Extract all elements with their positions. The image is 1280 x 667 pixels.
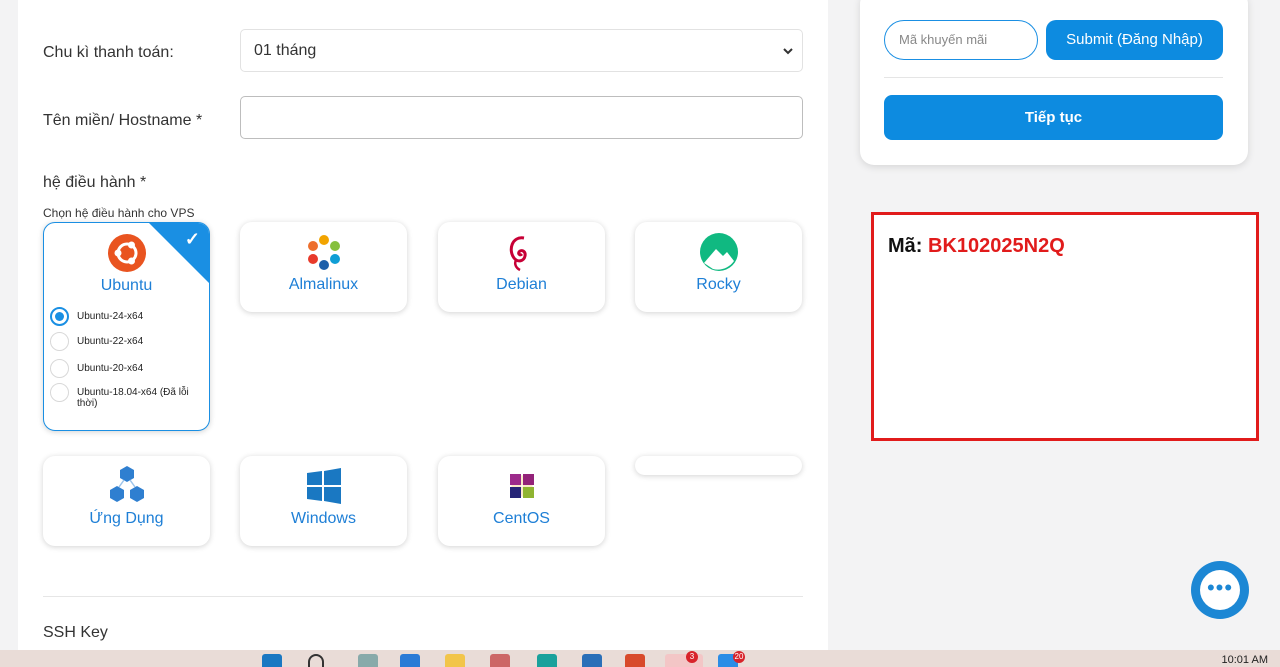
code-line: Mã: BK102025N2Q <box>888 235 1065 258</box>
version-label: Ubuntu-22-x64 <box>77 336 144 347</box>
radio-unchecked[interactable] <box>50 332 69 351</box>
os-name: Ubuntu <box>100 277 153 294</box>
chat-bubble-icon: ••• <box>1200 570 1240 610</box>
edge-browser-icon[interactable] <box>537 654 557 667</box>
os-name: Windows <box>291 510 356 527</box>
search-icon[interactable] <box>308 654 324 667</box>
billing-cycle-label: Chu kì thanh toán: <box>43 44 174 61</box>
os-name: Ứng Dụng <box>89 510 164 527</box>
apps-cubes-icon <box>109 466 144 502</box>
notification-badge: 3 <box>686 651 698 663</box>
version-label: Ubuntu-20-x64 <box>77 363 144 374</box>
os-name: Rocky <box>696 276 741 293</box>
ssh-key-label: SSH Key <box>43 624 108 641</box>
os-hint: Chọn hệ điều hành cho VPS <box>43 206 195 220</box>
debian-logo-icon <box>509 236 527 272</box>
card-divider <box>884 77 1223 78</box>
chrome-icon[interactable] <box>625 654 645 667</box>
radio-unchecked[interactable] <box>50 383 69 402</box>
ubuntu-logo-icon <box>107 234 146 272</box>
task-view-icon[interactable] <box>358 654 378 667</box>
app-icon[interactable] <box>490 654 510 667</box>
os-card-almalinux[interactable]: Almalinux <box>240 222 407 312</box>
centos-logo-icon <box>503 468 540 504</box>
notification-badge: 20 <box>733 651 745 663</box>
rocky-logo-icon <box>699 233 738 271</box>
os-section-label: hệ điều hành * <box>43 174 147 191</box>
promo-code-highlight-box: Mã: BK102025N2Q <box>871 212 1259 441</box>
start-icon[interactable] <box>262 654 282 667</box>
version-option[interactable]: Ubuntu-22-x64 <box>50 332 143 351</box>
os-name: CentOS <box>493 510 550 527</box>
store-icon[interactable] <box>582 654 602 667</box>
selected-corner <box>148 223 209 284</box>
version-label: Ubuntu-18.04-x64 (Đã lỗi thời) <box>77 387 189 409</box>
os-taskbar: 3 20 10:01 AM <box>0 650 1280 667</box>
os-card-empty[interactable] <box>635 456 802 475</box>
os-card-debian[interactable]: Debian <box>438 222 605 312</box>
section-divider <box>43 596 803 597</box>
os-card-centos[interactable]: CentOS <box>438 456 605 546</box>
order-summary-card: Mã khuyến mãi Submit (Đăng Nhập) Tiếp tụ… <box>860 0 1248 165</box>
os-card-rocky[interactable]: Rocky <box>635 222 802 312</box>
code-label: Mã: <box>888 235 923 257</box>
taskbar-clock: 10:01 AM <box>1221 654 1268 666</box>
version-label: Ubuntu-24-x64 <box>77 311 144 322</box>
os-name: Almalinux <box>288 276 359 293</box>
billing-cycle-value: 01 tháng <box>254 42 317 59</box>
hostname-label: Tên miền/ Hostname * <box>43 112 203 129</box>
radio-checked[interactable] <box>50 307 69 326</box>
code-value: BK102025N2Q <box>928 235 1065 257</box>
windows-logo-icon <box>306 468 341 504</box>
version-option[interactable]: Ubuntu-20-x64 <box>50 359 143 378</box>
chat-widget-button[interactable]: ••• <box>1191 561 1249 619</box>
version-option[interactable]: Ubuntu-24-x64 <box>50 307 143 326</box>
os-card-apps[interactable]: Ứng Dụng <box>43 456 210 546</box>
app-icon[interactable] <box>400 654 420 667</box>
chevron-down-icon <box>783 48 793 55</box>
promo-code-input[interactable]: Mã khuyến mãi <box>884 20 1038 60</box>
continue-button[interactable]: Tiếp tục <box>884 95 1223 140</box>
checkmark-icon: ✓ <box>184 229 200 249</box>
os-card-ubuntu[interactable]: ✓ Ubuntu Ubuntu-24-x64 Ubuntu-22-x64 Ubu… <box>43 222 210 431</box>
radio-unchecked[interactable] <box>50 359 69 378</box>
submit-login-button[interactable]: Submit (Đăng Nhập) <box>1046 20 1223 60</box>
os-card-windows[interactable]: Windows <box>240 456 407 546</box>
os-name: Debian <box>496 276 547 293</box>
order-form-panel: Chu kì thanh toán: 01 tháng Tên miền/ Ho… <box>18 0 828 650</box>
almalinux-logo-icon <box>307 235 340 270</box>
version-option[interactable]: Ubuntu-18.04-x64 (Đã lỗi thời) <box>50 383 200 409</box>
file-explorer-icon[interactable] <box>445 654 465 667</box>
billing-cycle-select[interactable]: 01 tháng <box>240 29 803 72</box>
hostname-input[interactable] <box>240 96 803 139</box>
